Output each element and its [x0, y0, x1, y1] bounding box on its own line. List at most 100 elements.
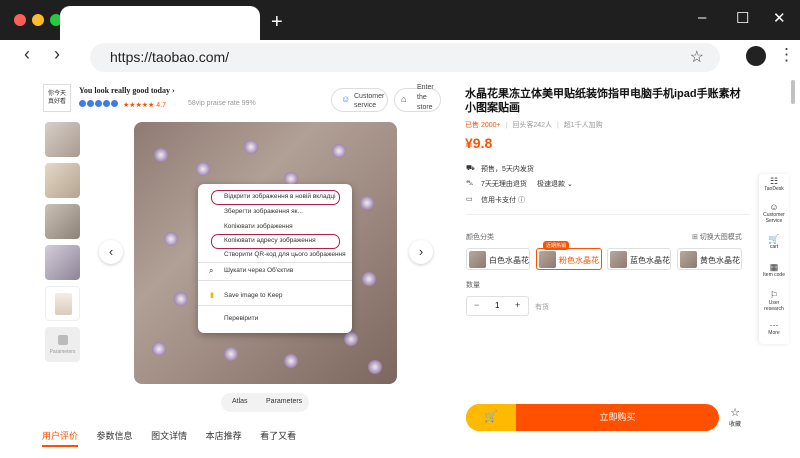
- cart-adds: 超1千人加购: [563, 122, 603, 129]
- flower-petal: [362, 272, 376, 286]
- gallery-thumb[interactable]: [45, 163, 80, 198]
- save-image-as-item[interactable]: Зберегти зображення як...: [224, 208, 303, 218]
- variant-pink[interactable]: 近期热销 粉色水晶花: [536, 241, 602, 270]
- gallery-thumb[interactable]: [45, 286, 80, 321]
- browser-tab[interactable]: [60, 6, 260, 40]
- customer-service-button[interactable]: ☺ Customer service: [331, 88, 388, 112]
- gallery-thumb[interactable]: [45, 245, 80, 280]
- variant-label: 白色水晶花: [489, 256, 529, 265]
- gallery-prev-button[interactable]: ‹: [99, 240, 123, 264]
- customer-service-line1: Customer: [354, 93, 385, 100]
- tab-store-recommend[interactable]: 本店推荐: [206, 431, 242, 441]
- context-separator: [198, 280, 352, 281]
- favorite-button[interactable]: ☆ 收藏: [727, 406, 743, 428]
- sidebar-item-user-research[interactable]: ⚐ User research: [759, 290, 789, 313]
- create-qr-code-item[interactable]: Створити QR-код для цього зображення: [224, 251, 346, 261]
- gallery-next-button[interactable]: ›: [409, 240, 433, 264]
- inspect-item[interactable]: Перевірити: [224, 315, 258, 325]
- divider: |: [556, 122, 559, 129]
- gallery-thumb[interactable]: [45, 122, 80, 157]
- add-to-cart-button[interactable]: 🛒: [466, 404, 516, 431]
- copy-image-address-item[interactable]: Копіювати адресу зображення: [224, 237, 316, 247]
- flower-petal: [154, 148, 168, 162]
- shop-logo[interactable]: 你今天 真好看: [43, 84, 71, 112]
- color-label: 颜色分类: [466, 234, 494, 241]
- credit-card-icon: ▭: [466, 196, 473, 203]
- sidebar-label: cart: [769, 244, 779, 250]
- forward-button[interactable]: ›: [54, 44, 60, 65]
- variant-white[interactable]: 白色水晶花: [466, 248, 530, 270]
- badge-icon: [111, 100, 118, 107]
- sidebar-item-cart[interactable]: 🛒 cart: [759, 235, 789, 251]
- sidebar-item-taodesk[interactable]: ☷ TaoDesk: [759, 177, 789, 193]
- buy-now-button[interactable]: 立即购买: [516, 404, 719, 431]
- browser-menu-icon[interactable]: ⋮: [778, 45, 795, 65]
- taobao-product-page: 你今天 真好看 You look really good today › ★★★…: [0, 74, 800, 458]
- enter-store-line1: Enter: [417, 84, 434, 91]
- sidebar-item-customer-service[interactable]: ☺ Customer Service: [759, 202, 789, 225]
- enter-store-button[interactable]: ⌂ Enter the store: [394, 84, 441, 112]
- open-image-new-tab-item[interactable]: Відкрити зображення в новій вкладці: [224, 193, 336, 203]
- sales-info: 已售 2000+ | 回头客242人 | 超1千人加购: [465, 120, 603, 130]
- variant-blue[interactable]: 蓝色水晶花: [607, 248, 671, 270]
- browser-titlebar: + – ☐ ✕: [0, 0, 800, 40]
- enter-store-line2: the: [417, 94, 427, 101]
- tab-also-viewed[interactable]: 看了又看: [260, 431, 296, 441]
- flower-petal: [360, 196, 374, 210]
- url-text[interactable]: https://taobao.com/: [110, 49, 229, 65]
- tab-reviews[interactable]: 用户评价: [42, 431, 79, 447]
- repeat-buyers: 回头客242人: [512, 122, 553, 129]
- qr-code-icon: ▦: [769, 262, 779, 272]
- bookmark-star-icon[interactable]: ☆: [690, 47, 704, 67]
- shop-name-link[interactable]: You look really good today ›: [79, 86, 175, 95]
- window-close-button[interactable]: ✕: [773, 9, 786, 27]
- badge-icon: [87, 100, 94, 107]
- search-with-lens-item[interactable]: Шукати через Об'єктив: [224, 267, 293, 277]
- qty-minus-button[interactable]: −: [474, 300, 479, 310]
- new-tab-button[interactable]: +: [271, 11, 283, 34]
- variant-label: 粉色水晶花: [559, 256, 599, 265]
- page-scrollbar[interactable]: [791, 80, 795, 104]
- variant-label: 蓝色水晶花: [630, 256, 670, 265]
- research-icon: ⚐: [769, 290, 779, 300]
- stock-status: 有货: [535, 304, 549, 311]
- profile-avatar[interactable]: [746, 46, 766, 66]
- copy-image-item[interactable]: Копіювати зображення: [224, 223, 293, 233]
- more-icon: ⋯: [769, 320, 779, 330]
- customer-service-icon: ☺: [769, 202, 779, 212]
- save-to-keep-item[interactable]: Save image to Keep: [224, 292, 283, 302]
- product-price: ¥9.8: [465, 135, 493, 151]
- address-bar[interactable]: https://taobao.com/ ☆: [90, 43, 720, 72]
- flower-petal: [164, 232, 178, 246]
- minimize-dot[interactable]: [32, 14, 44, 26]
- context-separator: [198, 305, 352, 306]
- tab-details[interactable]: 图文详情: [151, 431, 187, 441]
- sidebar-label: TaoDesk: [764, 186, 784, 192]
- variant-yellow[interactable]: 黄色水晶花: [677, 248, 742, 270]
- buy-bar: 🛒 立即购买: [466, 404, 719, 431]
- tab-parameters[interactable]: 参数信息: [97, 431, 133, 441]
- qty-plus-button[interactable]: +: [515, 300, 520, 310]
- product-title: 水晶花果冻立体美甲贴纸装饰指甲电脑手机ipad手账素材小图案贴画: [465, 88, 741, 114]
- gallery-thumb[interactable]: [45, 204, 80, 239]
- parameters-thumb[interactable]: Parameters: [45, 327, 80, 362]
- flower-petal: [196, 162, 210, 176]
- atlas-tab[interactable]: Atlas: [232, 398, 248, 405]
- qty-input[interactable]: 1: [495, 301, 499, 310]
- sidebar-item-more[interactable]: ⋯ More: [759, 320, 789, 337]
- close-dot[interactable]: [14, 14, 26, 26]
- quantity-stepper: − 1 +: [466, 296, 529, 316]
- back-button[interactable]: ‹: [24, 44, 30, 65]
- window-minimize-button[interactable]: –: [698, 9, 706, 26]
- large-image-toggle[interactable]: ⊞ 切换大图模式: [692, 232, 742, 242]
- credit-card-text[interactable]: 信用卡支付 ⓘ: [481, 195, 525, 205]
- sidebar-item-item-code[interactable]: ▦ Item code: [759, 262, 789, 279]
- store-icon: ⌂: [401, 94, 407, 104]
- detail-tabs: 用户评价 参数信息 图文详情 本店推荐 看了又看: [42, 429, 312, 447]
- parameters-tab[interactable]: Parameters: [266, 398, 302, 405]
- fast-refund-dropdown[interactable]: 极速退款 ⌄: [537, 179, 573, 189]
- window-maximize-button[interactable]: ☐: [736, 9, 749, 27]
- divider: |: [505, 122, 508, 129]
- flower-petal: [344, 332, 358, 346]
- sidebar-label: User research: [764, 300, 784, 312]
